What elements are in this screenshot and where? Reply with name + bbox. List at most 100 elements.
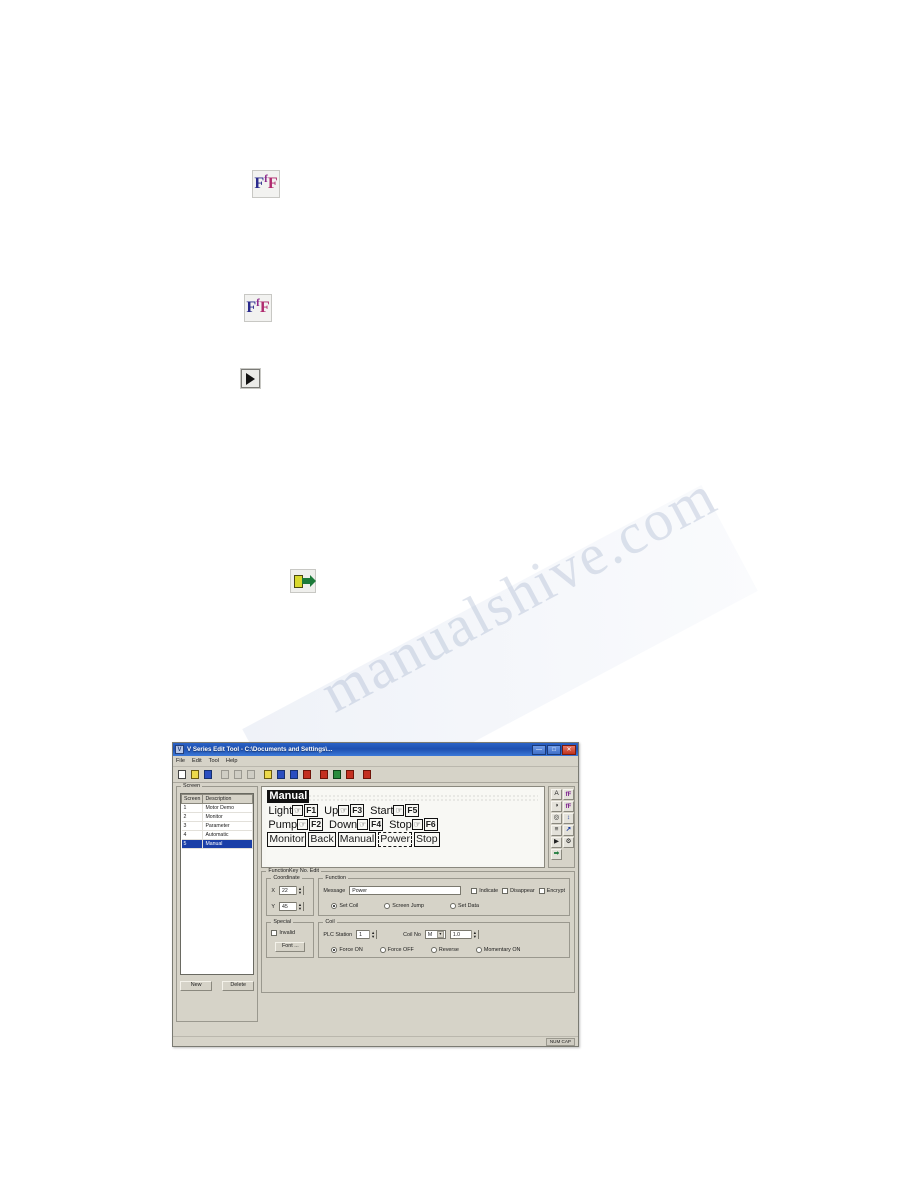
function-key-code: F3 xyxy=(350,804,365,817)
function-key-code: F2 xyxy=(309,818,324,831)
export-arrowhead-icon xyxy=(310,575,316,587)
coordinate-y-arrows[interactable]: ▲ ▼ xyxy=(295,902,303,911)
coil-addr-value[interactable]: 1.0 xyxy=(451,932,471,938)
monitor-button[interactable] xyxy=(344,769,356,781)
encrypt-checkbox-box[interactable] xyxy=(538,887,545,894)
upload-button[interactable] xyxy=(318,769,330,781)
screen-jump-radio[interactable]: Screen Jump xyxy=(384,903,424,909)
status-text: NUM CAP xyxy=(545,1037,575,1046)
invalid-checkbox[interactable]: Invalid xyxy=(271,930,309,936)
coordinate-y-stepper[interactable]: 45 ▲ ▼ xyxy=(278,902,304,911)
coil-type-dropdown[interactable]: M ▼ xyxy=(424,930,446,939)
encrypt-checkbox[interactable]: Encrypt xyxy=(538,887,565,894)
minimize-button[interactable]: — xyxy=(532,744,546,755)
menu-help[interactable]: Help xyxy=(226,758,238,764)
screen-new-button[interactable] xyxy=(262,769,274,781)
plc-station-value[interactable]: 1 xyxy=(357,932,369,938)
reverse-radio-dot[interactable] xyxy=(430,947,437,953)
function-key-start[interactable]: Start ☞ F5 xyxy=(370,804,420,817)
copy-button[interactable] xyxy=(232,769,244,781)
lcd-button-power[interactable]: Power xyxy=(378,832,412,847)
table-row[interactable]: 4 Automatic xyxy=(181,830,254,840)
lcd-button-stop[interactable]: Stop xyxy=(413,832,440,847)
delete-screen-button[interactable]: Delete xyxy=(222,981,255,991)
set-data-radio-dot[interactable] xyxy=(450,903,457,909)
new-screen-button[interactable]: New xyxy=(180,981,213,991)
invalid-checkbox-box[interactable] xyxy=(271,930,278,936)
momentary-on-radio-dot[interactable] xyxy=(475,947,482,953)
trend-graph-tool-button[interactable]: ↗ xyxy=(563,825,574,836)
reverse-radio[interactable]: Reverse xyxy=(430,947,459,953)
coordinate-x-arrows[interactable]: ▲ ▼ xyxy=(295,886,303,895)
lcd-button-manual[interactable]: Manual xyxy=(337,832,377,847)
maximize-button[interactable]: □ xyxy=(547,744,561,755)
lamp-tool-button[interactable]: ◑ xyxy=(551,801,562,812)
function-key-down[interactable]: Down ☞ F4 xyxy=(329,818,384,831)
settings-tool-button[interactable]: ⚙ xyxy=(563,837,574,848)
cut-button[interactable] xyxy=(219,769,231,781)
lcd-button-back[interactable]: Back xyxy=(308,832,336,847)
coordinate-x-label: X xyxy=(271,887,275,894)
screen-canvas[interactable]: Manual Light ☞ F1 Up ☞ F3 Start ☞ F5 Pum… xyxy=(261,786,545,868)
download-button[interactable] xyxy=(331,769,343,781)
momentary-on-radio[interactable]: Momentary ON xyxy=(475,947,520,953)
screen-list-table[interactable]: Screen Description 1 Motor Demo 2 Monito… xyxy=(180,793,255,975)
screen-jump-radio-dot[interactable] xyxy=(384,903,391,909)
export-tool-button[interactable]: ➡ xyxy=(551,849,562,860)
indicate-checkbox-box[interactable] xyxy=(471,887,478,894)
screen-delete-button[interactable] xyxy=(301,769,313,781)
font-tool-button[interactable]: fF xyxy=(563,789,574,800)
coordinate-y-value[interactable]: 45 xyxy=(280,904,296,910)
close-button[interactable]: ✕ xyxy=(562,744,576,755)
row-description: Monitor xyxy=(202,812,254,822)
force-on-radio[interactable]: Force ON xyxy=(331,947,363,953)
lcd-button-monitor[interactable]: Monitor xyxy=(267,832,307,847)
bar-graph-tool-button[interactable]: ≡ xyxy=(551,825,562,836)
column-header-description: Description xyxy=(202,794,254,804)
font-ff-icon-2: FfF xyxy=(244,294,272,322)
menu-tool[interactable]: Tool xyxy=(209,758,219,764)
set-data-radio[interactable]: Set Data xyxy=(450,903,479,909)
screen-link-button[interactable] xyxy=(288,769,300,781)
chevron-down-icon[interactable]: ▼ xyxy=(436,931,444,938)
coordinate-x-value[interactable]: 22 xyxy=(280,888,296,894)
set-coil-radio-dot[interactable] xyxy=(331,903,338,909)
numeric-display-tool-button[interactable]: ↕ xyxy=(563,813,574,824)
coil-addr-arrows[interactable]: ▲ ▼ xyxy=(470,930,478,939)
table-row[interactable]: 3 Parameter xyxy=(181,821,254,831)
force-off-radio-dot[interactable] xyxy=(379,947,386,953)
function-key-stop[interactable]: Stop ☞ F6 xyxy=(389,818,438,831)
force-off-radio[interactable]: Force OFF xyxy=(379,947,414,953)
indicate-checkbox[interactable]: Indicate xyxy=(471,887,498,894)
screen-edit-button[interactable] xyxy=(275,769,287,781)
table-row[interactable]: 2 Monitor xyxy=(181,812,254,822)
transfer-button[interactable] xyxy=(361,769,373,781)
set-coil-radio[interactable]: Set Coil xyxy=(331,903,358,909)
table-row[interactable]: 1 Motor Demo xyxy=(181,803,254,813)
plc-station-stepper[interactable]: 1 ▲ ▼ xyxy=(356,930,378,939)
lcd-screen-title[interactable]: Manual xyxy=(267,790,310,803)
paste-button[interactable] xyxy=(245,769,257,781)
table-row-selected[interactable]: 5 Manual xyxy=(181,839,254,849)
function-key-pump[interactable]: Pump ☞ F2 xyxy=(268,818,324,831)
force-on-radio-dot[interactable] xyxy=(331,947,338,953)
plc-station-arrows[interactable]: ▲ ▼ xyxy=(369,930,377,939)
screen-list-buttons: New Delete xyxy=(180,981,255,991)
font-button[interactable]: Font ... xyxy=(275,942,306,952)
screen-tool-button[interactable]: ▶ xyxy=(551,837,562,848)
disappear-checkbox[interactable]: Disappear xyxy=(502,887,535,894)
disappear-checkbox-box[interactable] xyxy=(502,887,509,894)
menu-file[interactable]: File xyxy=(176,758,185,764)
menu-edit[interactable]: Edit xyxy=(192,758,202,764)
function-key-up[interactable]: Up ☞ F3 xyxy=(324,804,365,817)
save-file-button[interactable] xyxy=(202,769,214,781)
new-file-button[interactable] xyxy=(176,769,188,781)
text-tool-button[interactable]: A xyxy=(551,789,562,800)
message-input[interactable]: Power xyxy=(349,886,462,895)
coordinate-x-stepper[interactable]: 22 ▲ ▼ xyxy=(278,886,304,895)
coil-address-stepper[interactable]: 1.0 ▲ ▼ xyxy=(449,930,479,939)
switch-tool-button[interactable]: ◎ xyxy=(551,813,562,824)
open-file-button[interactable] xyxy=(189,769,201,781)
function-key-tool-button[interactable]: fF xyxy=(563,801,574,812)
function-key-light[interactable]: Light ☞ F1 xyxy=(268,804,319,817)
